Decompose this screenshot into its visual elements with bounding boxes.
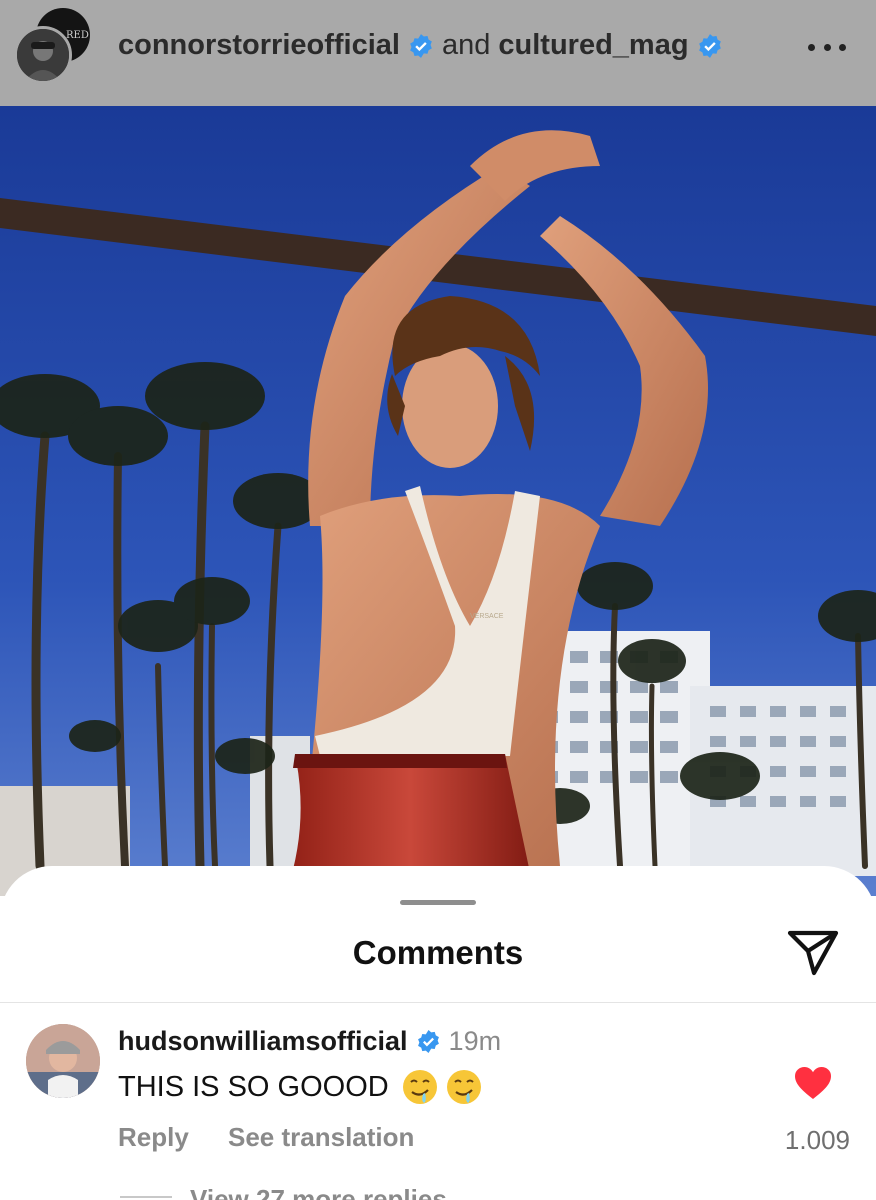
view-replies-button[interactable]: View 27 more replies — [190, 1184, 447, 1200]
see-translation-button[interactable]: See translation — [228, 1122, 414, 1153]
verified-badge-icon — [698, 33, 721, 58]
avatar-logo-text: RED — [66, 30, 89, 41]
more-options-icon[interactable] — [808, 34, 846, 60]
comment-timestamp: 19m — [448, 1026, 502, 1056]
drooling-face-icon — [402, 1070, 437, 1104]
verified-badge-icon — [417, 1030, 439, 1053]
verified-badge-icon — [410, 33, 432, 58]
commenter-avatar[interactable] — [26, 1024, 100, 1098]
send-icon[interactable] — [786, 927, 840, 977]
comment-header: hudsonwilliamsofficial 19m — [118, 1026, 501, 1057]
comment-text: THIS IS SO GOOOD — [118, 1070, 389, 1103]
commenter-username[interactable]: hudsonwilliamsofficial — [118, 1026, 408, 1057]
comment-body: THIS IS SO GOOOD — [118, 1068, 483, 1106]
drooling-face-icon — [446, 1070, 481, 1104]
avatar-connorstorrie[interactable] — [14, 26, 72, 84]
comments-title: Comments — [352, 934, 524, 971]
replies-line — [120, 1196, 172, 1198]
post-authors: connorstorrieofficial and cultured_mag — [118, 29, 723, 62]
author-username-2[interactable]: cultured_mag — [498, 29, 688, 62]
sheet-divider — [0, 1002, 876, 1003]
author-username-1[interactable]: connorstorrieofficial — [118, 29, 400, 62]
tank-print: VERSACE — [470, 613, 504, 620]
post-photo[interactable]: VERSACE — [0, 106, 876, 896]
authors-conjunction: and — [442, 29, 491, 61]
like-count: 1.009 — [784, 1125, 850, 1155]
collab-avatars[interactable]: RED — [14, 8, 90, 84]
sheet-grabber[interactable] — [400, 900, 476, 905]
post-header: RED connorstorrieofficial and cultured_m… — [0, 0, 876, 106]
comments-sheet: Comments hudsonwilliamsofficial 19m THIS… — [0, 866, 876, 1200]
reply-button[interactable]: Reply — [118, 1122, 189, 1153]
heart-icon[interactable] — [794, 1066, 832, 1100]
